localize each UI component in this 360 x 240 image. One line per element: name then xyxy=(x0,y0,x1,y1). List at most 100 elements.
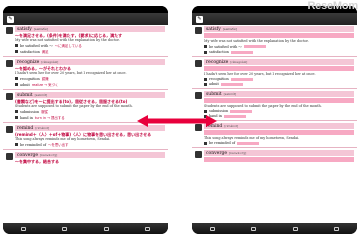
bullet-icon xyxy=(204,141,207,145)
phrase-row: satisfaction 満足 xyxy=(15,49,165,54)
list-icon xyxy=(210,226,216,231)
divider xyxy=(192,56,357,57)
phrase-row: be reminded of xyxy=(204,141,354,145)
meaning-mask[interactable] xyxy=(204,130,354,135)
phrase-row: be satisfied with ～ xyxy=(204,44,354,49)
bullet-icon xyxy=(15,143,18,146)
word-header: converge [kənvə́ːrdʒ] xyxy=(204,150,354,156)
tab-mask[interactable] xyxy=(292,226,298,231)
phrase-en: be reminded of xyxy=(20,142,47,147)
bullet-icon xyxy=(204,82,207,86)
pencil-icon[interactable]: ✎ xyxy=(7,15,14,23)
checkbox-icon[interactable] xyxy=(195,151,202,158)
divider xyxy=(3,149,168,150)
entry-pronunciation: [rimáind] xyxy=(224,124,239,128)
phrase-row: recognition 認識 xyxy=(15,76,165,81)
checkbox-icon[interactable] xyxy=(6,93,13,100)
double-arrow-icon xyxy=(137,115,217,127)
word-header: submit [səbmít] xyxy=(204,91,354,97)
tab-edit[interactable] xyxy=(251,226,257,231)
entry-pronunciation: [rékəgnàiz] xyxy=(41,60,59,64)
list-item[interactable]: converge [kənvə́ːrdʒ] ～を集中する，結合する xyxy=(3,151,168,165)
checkbox-icon[interactable] xyxy=(6,126,13,133)
phrase-row: hand in xyxy=(204,114,354,118)
checkbox-icon[interactable] xyxy=(6,153,13,160)
pencil-icon xyxy=(62,226,68,231)
entry-word: converge xyxy=(206,150,228,156)
phrase-en: admit xyxy=(209,82,219,86)
phrase-en: be satisfied with ～ xyxy=(209,45,242,49)
entry-example: This song always reminds me of my hometo… xyxy=(15,137,111,141)
checkbox-icon[interactable] xyxy=(195,92,202,99)
meaning-mask[interactable] xyxy=(204,98,354,103)
gear-icon xyxy=(144,226,150,231)
entry-word: submit xyxy=(17,92,33,98)
phrase-mask[interactable] xyxy=(230,77,253,81)
phrase-en: admit xyxy=(20,82,30,87)
phrase-mask[interactable] xyxy=(223,114,246,118)
sheet-icon xyxy=(103,226,109,231)
entry-meaning: ～を集中する，結合する xyxy=(15,159,59,164)
list-item[interactable]: remind [rimáind] (remind＋〈人〉＋of＋物事)〈人〉に物… xyxy=(3,124,168,148)
entry-pronunciation: [səbmít] xyxy=(223,92,237,96)
bullet-icon xyxy=(204,45,207,48)
entry-word: submit xyxy=(206,91,222,97)
bullet-icon xyxy=(15,110,18,113)
divider xyxy=(192,147,357,148)
word-header: satisfy [sætisfài] xyxy=(204,26,354,32)
phrase-mask[interactable] xyxy=(220,82,243,86)
list-icon xyxy=(21,226,27,231)
list-item[interactable]: converge [kənvə́ːrdʒ] xyxy=(192,149,357,164)
entry-pronunciation: [rékəgnàiz] xyxy=(230,60,248,64)
word-header: recognize [rékəgnàiz] xyxy=(204,59,354,65)
tab-mask[interactable] xyxy=(103,226,109,231)
meaning-mask[interactable] xyxy=(204,66,354,71)
entry-pronunciation: [kənvə́ːrdʒ] xyxy=(40,153,58,157)
phrase-en: submission xyxy=(20,109,40,114)
phrase-ja: realize → 気づく xyxy=(31,83,59,87)
entry-pronunciation: [sætisfài] xyxy=(222,27,237,31)
nav-bar: ✎ xyxy=(192,13,357,25)
phrase-en: hand in xyxy=(20,115,33,120)
list-item[interactable]: satisfy [sætisfài] My wife was not satis… xyxy=(192,25,357,55)
phrase-mask[interactable] xyxy=(230,109,253,113)
entry-pronunciation: [kənvə́ːrdʒ] xyxy=(229,151,247,155)
tab-edit[interactable] xyxy=(62,226,68,231)
entry-word: recognize xyxy=(206,59,229,65)
checkbox-icon[interactable] xyxy=(195,60,202,67)
tab-list[interactable] xyxy=(21,226,27,231)
phrase-en: recognition xyxy=(20,76,40,81)
list-item[interactable]: recognize [rékəgnàiz] I hadn't seen her … xyxy=(192,58,357,87)
list-item[interactable]: recognize [rékəgnàiz] ～を認める，～がそれとわかる I h… xyxy=(3,58,168,88)
tab-list[interactable] xyxy=(210,226,216,231)
checkbox-icon[interactable] xyxy=(6,27,13,34)
tab-bar xyxy=(3,223,168,234)
phrase-en: satisfaction xyxy=(209,50,229,54)
phrase-mask[interactable] xyxy=(243,45,266,48)
tab-settings[interactable] xyxy=(144,226,150,231)
phrase-row: satisfaction xyxy=(204,50,354,54)
word-header: recognize [rékəgnàiz] xyxy=(15,59,165,65)
checkbox-icon[interactable] xyxy=(195,27,202,34)
entry-word: satisfy xyxy=(17,26,32,32)
phrase-mask[interactable] xyxy=(230,50,253,54)
entry-example: I hadn't seen her for over 20 years, but… xyxy=(204,72,316,76)
list-item[interactable]: satisfy [sætisfài] ～を満足させる，(条件)を満たす，(要求)… xyxy=(3,25,168,55)
word-header: remind [rimáind] xyxy=(204,123,354,129)
phrase-row: submission xyxy=(204,109,354,113)
pencil-icon[interactable]: ✎ xyxy=(196,15,203,23)
meaning-mask[interactable] xyxy=(204,157,354,162)
checkbox-icon[interactable] xyxy=(6,60,13,67)
gear-icon xyxy=(333,226,339,231)
bullet-icon xyxy=(15,44,18,47)
bullet-icon xyxy=(204,109,207,113)
sheet-icon xyxy=(292,226,298,231)
entry-example: My wife was not satisfied with the expla… xyxy=(204,39,309,43)
phrase-mask[interactable] xyxy=(237,141,260,145)
tab-settings[interactable] xyxy=(333,226,339,231)
meaning-mask[interactable] xyxy=(204,33,354,38)
pencil-icon xyxy=(251,226,257,231)
phrase-en: recognition xyxy=(209,77,229,81)
entry-example: Students are supposed to submit the pape… xyxy=(204,104,322,108)
entry-pronunciation: [rimáind] xyxy=(35,126,50,130)
